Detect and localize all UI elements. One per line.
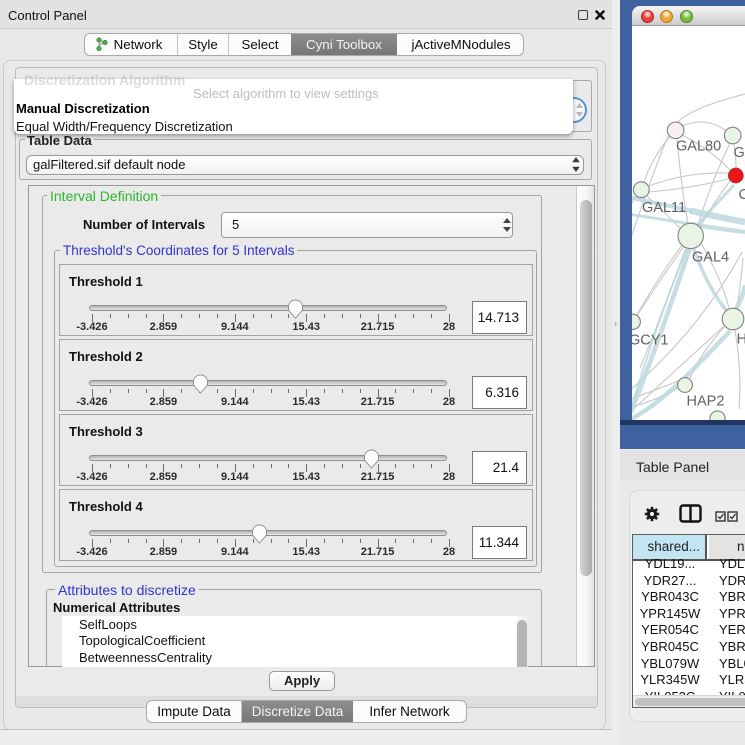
svg-text:HAP2: HAP2 [687, 394, 725, 410]
svg-text:GAL11: GAL11 [642, 200, 686, 216]
svg-text:C: C [739, 187, 745, 203]
svg-text:H: H [737, 331, 745, 347]
svg-text:GAL4: GAL4 [692, 250, 729, 266]
svg-text:GA: GA [734, 145, 745, 161]
svg-text:GAL80: GAL80 [676, 139, 721, 155]
svg-text:GCY1: GCY1 [632, 333, 669, 349]
